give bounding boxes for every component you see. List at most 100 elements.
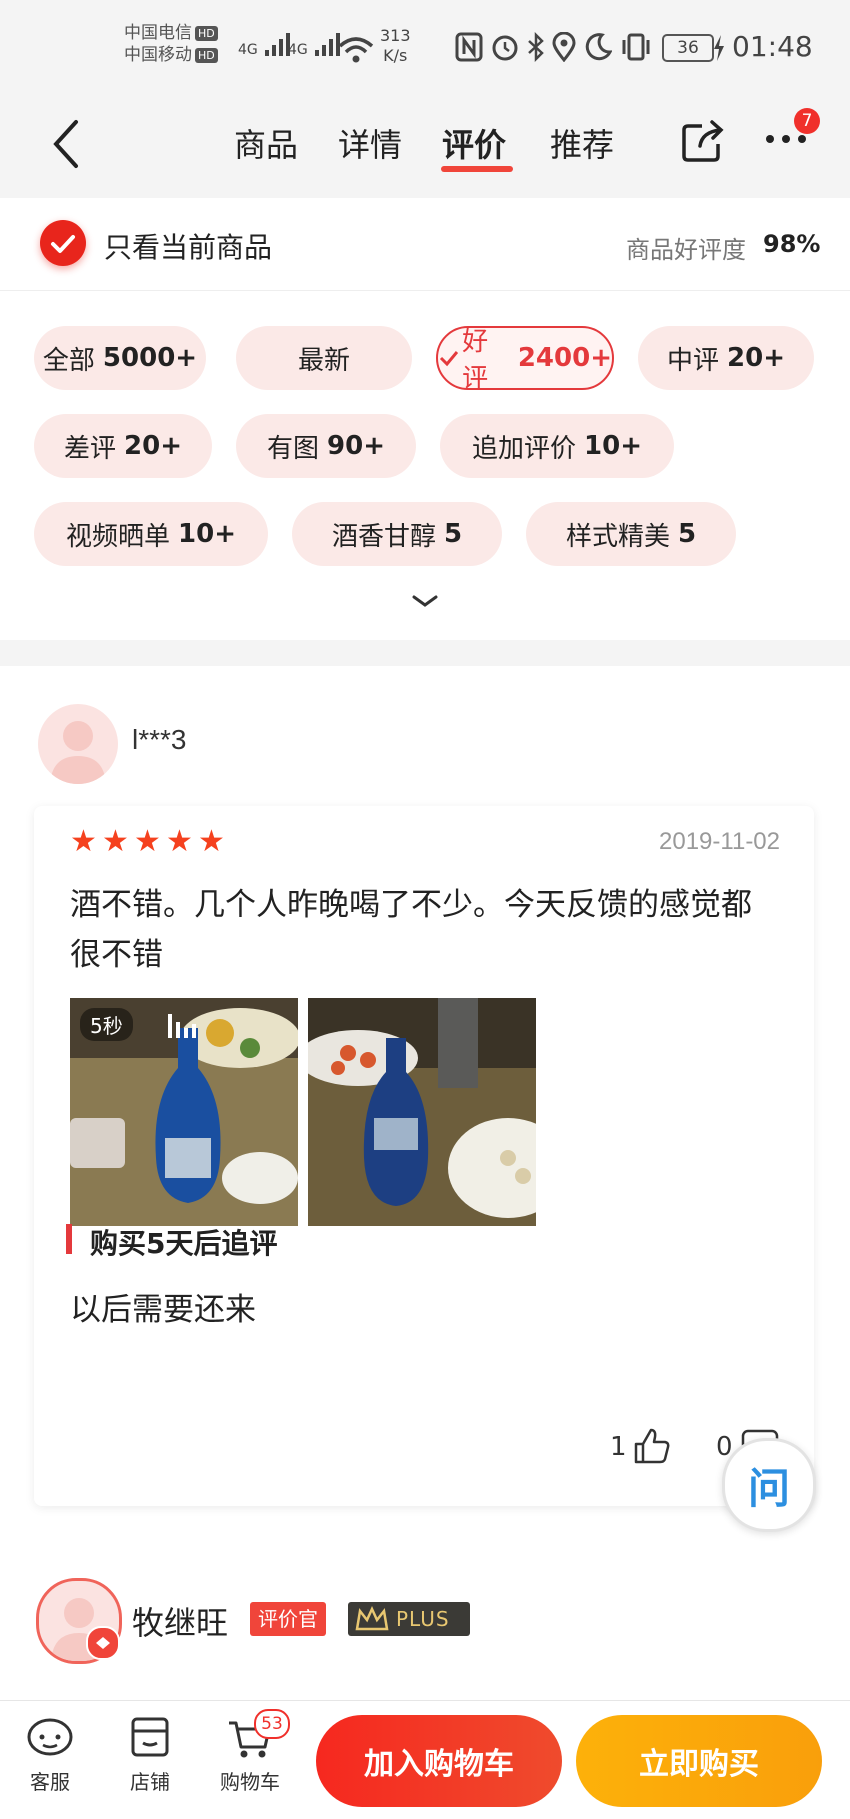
carrier-1: 中国电信 [124,23,192,43]
tab-reviews[interactable]: 评价 [442,120,506,166]
star-icon: ★ [102,824,129,859]
cart-label: 购物车 [220,1770,280,1794]
chip-label: 视频晒单 [66,521,171,552]
video-duration: 5秒 [80,1008,133,1041]
more-badge: 7 [794,108,820,134]
ask-question-button[interactable]: 问 [722,1438,816,1532]
followup-title: 购买5天后追评 [90,1227,278,1260]
chip-neutral[interactable]: 中评 20+ [638,326,814,390]
shop-button[interactable]: 店铺 [110,1715,190,1795]
battery-level: 36 [677,38,699,58]
chip-count: 20+ [727,343,785,373]
share-icon[interactable] [680,118,726,164]
status-bar: 中国电信 HD 中国移动 HD 4G 4G 313 K/s 36 01:48 [0,0,850,96]
reviewer-official-badge: 评价官 [250,1602,326,1636]
chip-followup[interactable]: 追加评价 10+ [440,414,674,478]
network-type-1: 4G [238,42,258,58]
rating-label: 商品好评度 [626,236,746,264]
chip-label: 样式精美 [565,521,670,552]
review-photo[interactable] [308,998,536,1226]
only-current-checkbox[interactable] [40,220,86,266]
tab-recommend[interactable]: 推荐 [550,120,614,166]
clock: 01:48 [732,30,813,63]
chip-label: 追加评价 [472,433,577,464]
expand-chevron-icon[interactable] [410,592,440,610]
chip-label: 中评 [667,345,720,376]
tab-goods[interactable]: 商品 [234,120,298,166]
chip-video[interactable]: 视频晒单 10+ [34,502,268,566]
customer-service-button[interactable]: 客服 [10,1715,90,1795]
filter-bar: 只看当前商品 商品好评度 98% [0,198,850,291]
chip-count: 90+ [327,431,385,461]
chip-label: 好评 [462,327,489,394]
chip-count: 10+ [178,519,236,549]
active-tab-indicator [441,166,513,172]
speed-unit: K/s [383,46,408,65]
chip-label: 有图 [267,433,320,464]
rating-value: 98% [763,230,821,258]
chip-count: 5 [443,519,463,549]
chip-with-photo[interactable]: 有图 90+ [236,414,416,478]
chip-count: 20+ [124,431,182,461]
ask-icon: 问 [747,1463,790,1513]
only-current-label[interactable]: 只看当前商品 [104,226,272,266]
chip-all[interactable]: 全部 5000+ [34,326,206,390]
review-photo-image [308,998,536,1226]
back-icon[interactable] [48,118,84,170]
tab-details[interactable]: 详情 [338,120,402,166]
star-icon: ★ [198,824,225,859]
thumbs-up-icon[interactable] [632,1426,672,1466]
network-speed: 313 K/s [380,26,411,66]
cart-badge: 53 [254,1709,290,1739]
carrier-info: 中国电信 HD 中国移动 HD [124,22,218,66]
star-icon: ★ [70,824,97,859]
buy-now-button[interactable]: 立即购买 [576,1715,822,1807]
chip-count: 2400+ [517,343,612,373]
review-card: ★ ★ ★ ★ ★ 2019-11-02 酒不错。几个人昨晚喝了不少。今天反馈的… [34,806,814,1506]
star-icon: ★ [134,824,161,859]
hd-badge: HD [195,25,218,41]
plus-member-badge: PLUS [348,1602,470,1636]
shop-label: 店铺 [130,1770,170,1794]
chip-count: 5000+ [102,343,198,373]
default-avatar-icon [50,721,106,784]
add-to-cart-button[interactable]: 加入购物车 [316,1715,562,1807]
check-icon [51,235,75,253]
chip-beautiful[interactable]: 样式精美 5 [526,502,736,566]
chip-latest[interactable]: 最新 [236,326,412,390]
hd-badge: HD [195,47,218,63]
more-icon[interactable] [764,132,808,146]
chip-bad[interactable]: 差评 20+ [34,414,212,478]
alarm-icon [492,35,518,61]
network-type-2: 4G [288,42,308,58]
chip-mellow[interactable]: 酒香甘醇 5 [292,502,502,566]
chip-good[interactable]: 好评 2400+ [436,326,614,394]
review-video-thumbnail[interactable]: 5秒 [70,998,298,1226]
star-rating: ★ ★ ★ ★ ★ [70,824,225,859]
chip-label: 差评 [64,433,117,464]
reviewer-name: 牧继旺 [132,1604,229,1642]
wifi-icon [338,37,374,63]
review-date: 2019-11-02 [659,828,780,855]
crown-icon [355,1605,389,1631]
check-icon [439,351,459,367]
review-text: 酒不错。几个人昨晚喝了不少。今天反馈的感觉都很不错 [70,887,752,973]
followup-marker [66,1224,72,1254]
customer-service-icon [27,1718,73,1756]
followup-text: 以后需要还来 [70,1292,256,1328]
location-icon [552,32,576,62]
avatar[interactable] [38,704,118,784]
video-bars-icon [168,1014,196,1038]
charging-icon [714,35,724,61]
plus-label: PLUS [396,1607,450,1631]
section-divider [0,640,850,666]
shop-icon [131,1717,169,1757]
bluetooth-icon [528,32,544,62]
chip-label: 酒香甘醇 [331,521,436,552]
moon-icon [585,33,612,61]
speed-value: 313 [380,26,411,45]
chip-label: 全部 [42,345,95,376]
nfc-icon [455,32,483,62]
chip-count: 5 [677,519,697,549]
carrier-2: 中国移动 [124,45,192,65]
